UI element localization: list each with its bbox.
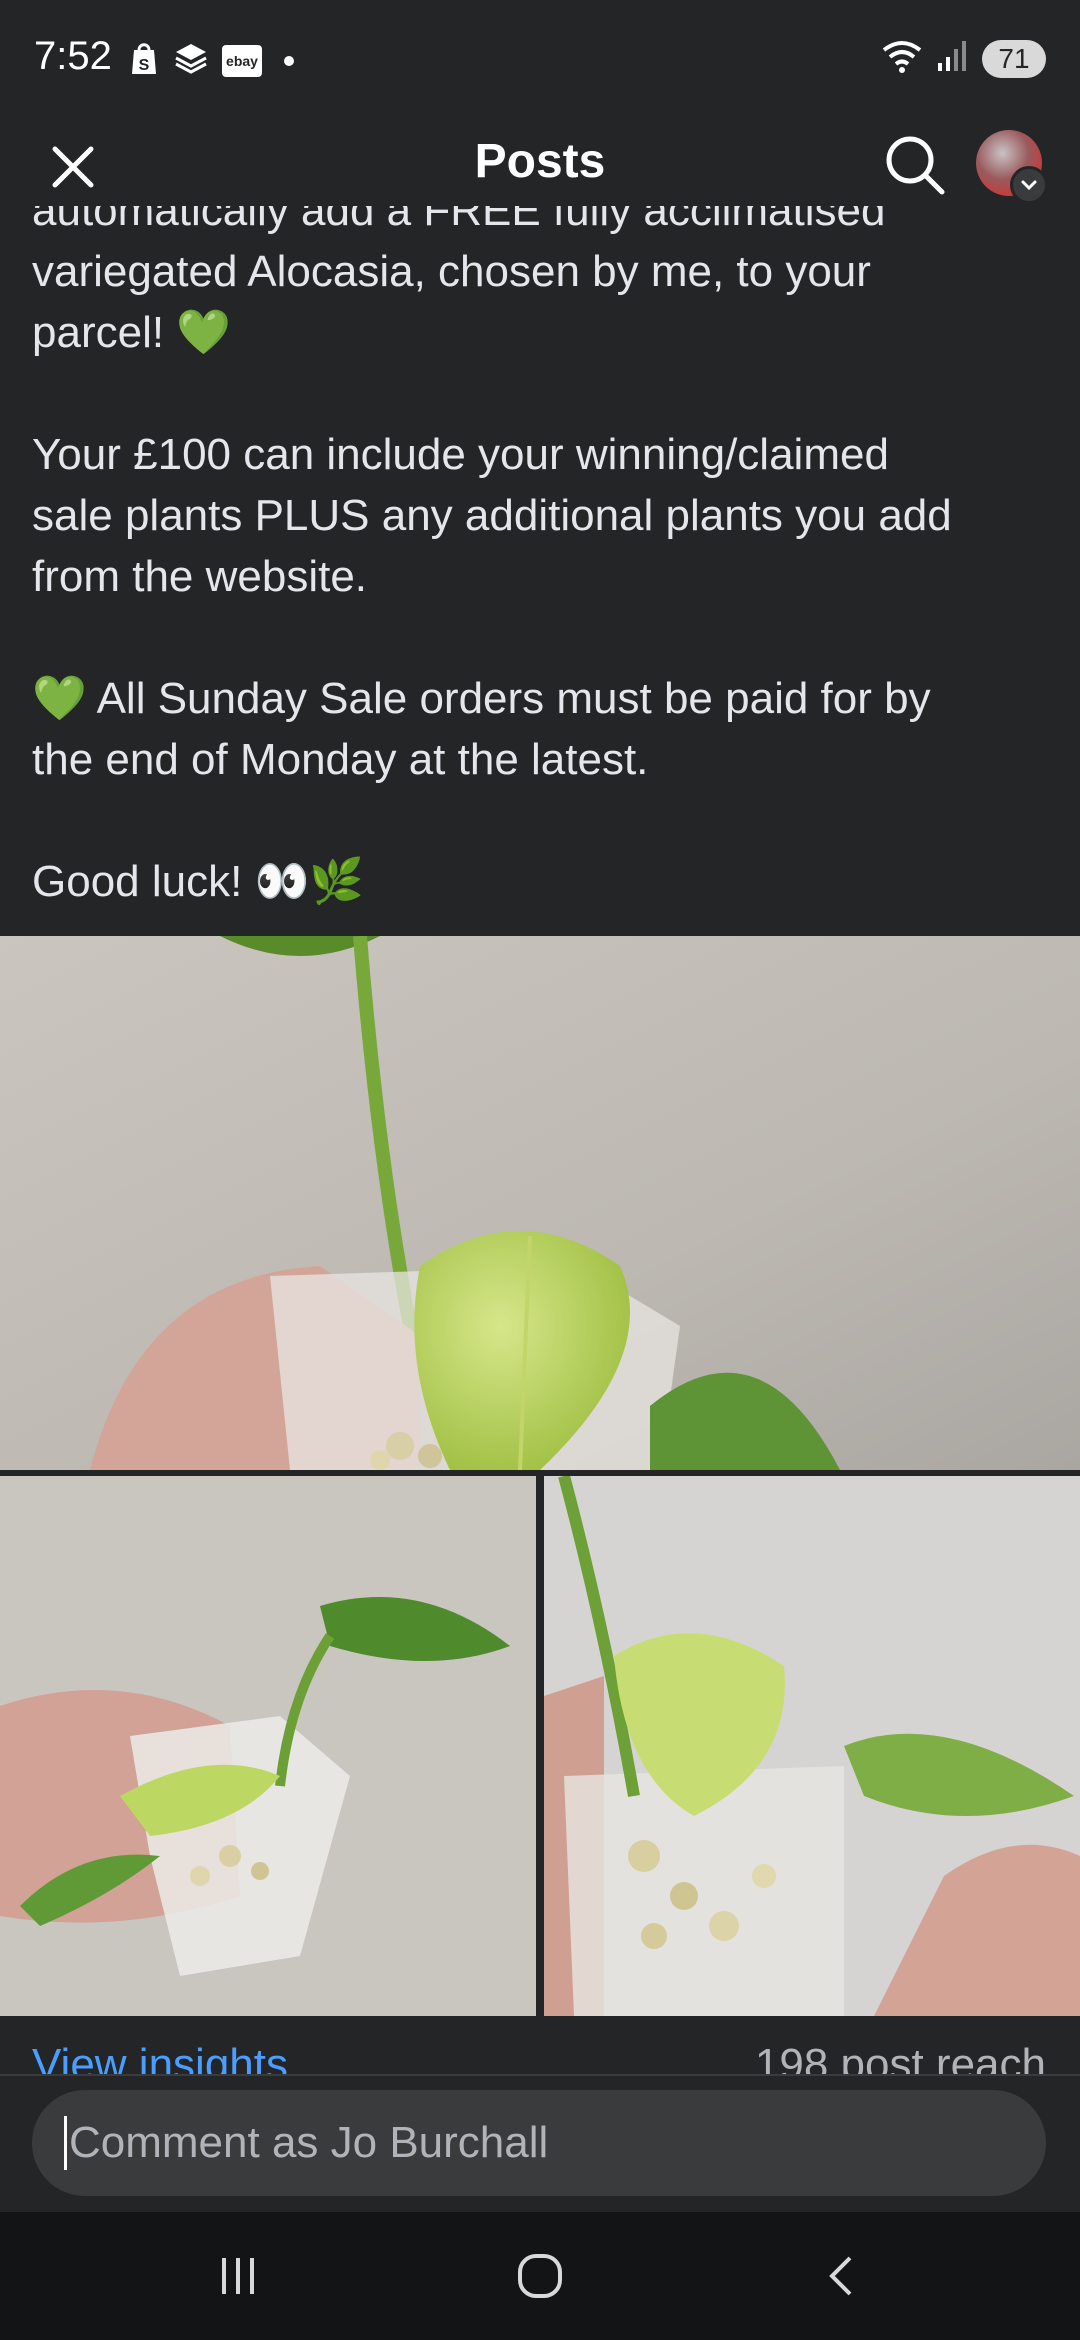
profile-avatar[interactable]: [976, 130, 1048, 204]
plant-photo-1[interactable]: [0, 936, 1080, 1470]
comment-input[interactable]: Comment as Jo Burchall: [32, 2090, 1046, 2196]
post-line: Good luck! 👀🌿: [32, 857, 365, 906]
svg-text:S: S: [139, 57, 150, 74]
status-app-icons: S ebay: [128, 40, 294, 81]
insights-row: View insights 198 post reach: [0, 2016, 1080, 2074]
layers-icon: [172, 40, 210, 81]
post-body: automatically add a FREE fully acclimati…: [32, 206, 1052, 912]
home-button[interactable]: [500, 2236, 580, 2316]
notification-dot: [284, 55, 294, 66]
recent-apps-icon: [222, 2258, 254, 2294]
wifi-icon: [880, 38, 924, 79]
post-text-viewport: automatically add a FREE fully acclimati…: [0, 206, 1080, 936]
plant-photo-2[interactable]: [0, 1476, 536, 2016]
top-app-bar: Posts: [0, 120, 1080, 206]
post-line: sale plants PLUS any additional plants y…: [32, 491, 952, 540]
recent-apps-button[interactable]: [198, 2236, 278, 2316]
comment-placeholder: Comment as Jo Burchall: [69, 2118, 549, 2167]
back-icon: [829, 2256, 852, 2296]
post-line: 💚 All Sunday Sale orders must be paid fo…: [32, 674, 931, 723]
view-insights-link[interactable]: View insights: [32, 2040, 288, 2074]
post-line: the end of Monday at the latest.: [32, 735, 649, 784]
plant-photo-3[interactable]: [544, 1476, 1080, 2016]
text-caret: [64, 2116, 67, 2170]
back-button[interactable]: [802, 2236, 882, 2316]
system-nav-bar: [0, 2212, 1080, 2340]
search-button[interactable]: [880, 130, 950, 200]
screen: automatically add a FREE fully acclimati…: [0, 0, 1080, 2340]
ebay-icon: ebay: [222, 44, 262, 77]
home-icon: [518, 2254, 562, 2298]
status-bar: 7:52 S ebay 71: [0, 0, 1080, 120]
status-right: 71: [880, 38, 1046, 79]
post-line: parcel! 💚: [32, 308, 232, 357]
chevron-down-icon: [1010, 166, 1048, 204]
shopify-icon: S: [128, 40, 160, 81]
signal-icon: [936, 39, 970, 78]
post-line: automatically add a FREE fully acclimati…: [32, 206, 886, 235]
post-line: from the website.: [32, 552, 368, 601]
post-line: Your £100 can include your winning/claim…: [32, 430, 889, 479]
battery-indicator: 71: [982, 39, 1046, 78]
search-icon: [886, 136, 945, 195]
post-reach-count: 198 post reach: [754, 2040, 1046, 2074]
comment-bar: Comment as Jo Burchall: [0, 2076, 1080, 2212]
post-line: variegated Alocasia, chosen by me, to yo…: [32, 247, 871, 296]
status-time: 7:52: [34, 34, 112, 78]
